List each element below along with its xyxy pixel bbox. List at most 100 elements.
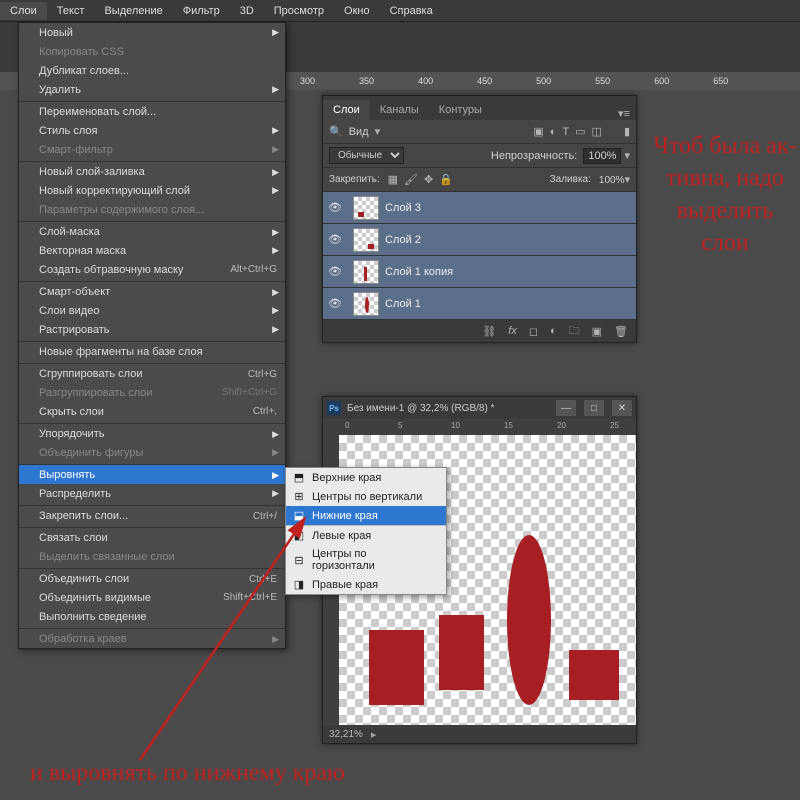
menu-item[interactable]: Стиль слоя▶ [19, 121, 285, 140]
menu-item[interactable]: Удалить▶ [19, 80, 285, 99]
close-button[interactable]: ✕ [612, 400, 632, 416]
maximize-button[interactable]: □ [584, 400, 604, 416]
menu-item[interactable]: Новый слой-заливка▶ [19, 161, 285, 181]
layer-thumbnail[interactable] [353, 292, 379, 316]
submenu-item[interactable]: ⬓Нижние края [286, 506, 446, 525]
minimize-button[interactable]: — [556, 400, 576, 416]
filter-shape-icon[interactable]: ▭ [575, 125, 585, 138]
menu-item[interactable]: Слои видео▶ [19, 301, 285, 320]
menu-item[interactable]: Новый корректирующий слой▶ [19, 181, 285, 200]
new-layer-icon[interactable]: ▣ [592, 325, 602, 338]
menu-window[interactable]: Окно [334, 2, 380, 20]
tab-paths[interactable]: Контуры [429, 100, 492, 120]
menu-item[interactable]: Сгруппировать слоиCtrl+G [19, 363, 285, 383]
lock-pixels-icon[interactable]: 🖌 [404, 173, 418, 186]
menu-3d[interactable]: 3D [230, 2, 264, 20]
shortcut-label: Alt+Ctrl+G [230, 264, 277, 275]
menu-item[interactable]: Смарт-объект▶ [19, 281, 285, 301]
layer-thumbnail[interactable] [353, 228, 379, 252]
layer-row[interactable]: 👁 Слой 3 [323, 192, 636, 224]
menu-item[interactable]: Объединить слоиCtrl+E [19, 568, 285, 588]
menu-help[interactable]: Справка [380, 2, 443, 20]
menu-select[interactable]: Выделение [94, 2, 172, 20]
submenu-item[interactable]: ⊞Центры по вертикали [286, 487, 446, 506]
menu-item[interactable]: Переименовать слой... [19, 101, 285, 121]
submenu-arrow-icon: ▶ [272, 27, 279, 38]
submenu-arrow-icon: ▶ [272, 634, 279, 645]
chevron-down-icon[interactable]: ▾ [624, 174, 630, 186]
layer-name[interactable]: Слой 2 [385, 234, 636, 246]
delete-layer-icon[interactable]: 🗑 [614, 325, 628, 338]
shape-ellipse[interactable] [507, 535, 551, 705]
layer-style-icon[interactable]: fx [508, 325, 517, 337]
menu-text[interactable]: Текст [47, 2, 95, 20]
filter-adjust-icon[interactable]: ◐ [550, 126, 557, 138]
menu-filter[interactable]: Фильтр [173, 2, 230, 20]
tab-layers[interactable]: Слои [323, 100, 370, 120]
filter-image-icon[interactable]: ▣ [533, 125, 543, 138]
chevron-down-icon[interactable]: ▾ [624, 149, 630, 162]
shape-rect-3[interactable] [569, 650, 619, 700]
submenu-arrow-icon: ▶ [272, 245, 279, 256]
visibility-eye-icon[interactable]: 👁 [323, 297, 347, 310]
menu-item[interactable]: Новые фрагменты на базе слоя [19, 341, 285, 361]
search-icon[interactable]: 🔍 [329, 125, 343, 138]
visibility-eye-icon[interactable]: 👁 [323, 233, 347, 246]
menu-item[interactable]: Слой-маска▶ [19, 221, 285, 241]
shape-rect-1[interactable] [369, 630, 424, 705]
submenu-arrow-icon: ▶ [272, 84, 279, 95]
layer-row[interactable]: 👁 Слой 1 [323, 288, 636, 320]
menu-item[interactable]: Связать слои [19, 527, 285, 547]
link-layers-icon[interactable]: ⛓ [482, 325, 496, 338]
layer-name[interactable]: Слой 1 копия [385, 266, 636, 278]
submenu-item[interactable]: ⊟Центры по горизонтали [286, 545, 446, 575]
menu-item[interactable]: Векторная маска▶ [19, 241, 285, 260]
layer-thumbnail[interactable] [353, 260, 379, 284]
layers-list: 👁 Слой 3 👁 Слой 2 👁 Слой 1 копия 👁 Слой 1 [323, 192, 636, 320]
lock-transparent-icon[interactable]: ▦ [388, 173, 398, 186]
layer-row[interactable]: 👁 Слой 1 копия [323, 256, 636, 288]
menu-item[interactable]: Дубликат слоев... [19, 61, 285, 80]
blend-mode-select[interactable]: Обычные [329, 147, 404, 164]
filter-toggle-icon[interactable]: ▮ [624, 125, 630, 138]
adjustment-layer-icon[interactable]: ◐ [550, 325, 557, 337]
panel-menu-icon[interactable]: ▾≡ [612, 107, 636, 120]
visibility-eye-icon[interactable]: 👁 [323, 265, 347, 278]
chevron-right-icon[interactable]: ▸ [371, 728, 377, 741]
menu-item[interactable]: Выполнить сведение [19, 607, 285, 626]
chevron-down-icon[interactable]: ▾ [375, 125, 381, 138]
menu-item[interactable]: Выровнять▶ [19, 464, 285, 484]
tab-channels[interactable]: Каналы [370, 100, 429, 120]
group-icon[interactable]: 🗀 [569, 322, 580, 341]
menu-layers[interactable]: Слои [0, 2, 47, 20]
submenu-item[interactable]: ⬒Верхние края [286, 468, 446, 487]
lock-position-icon[interactable]: ✥ [424, 173, 433, 186]
menu-item[interactable]: Скрыть слоиCtrl+, [19, 402, 285, 421]
menu-item[interactable]: Растрировать▶ [19, 320, 285, 339]
menu-item[interactable]: Распределить▶ [19, 484, 285, 503]
visibility-eye-icon[interactable]: 👁 [323, 201, 347, 214]
opacity-value[interactable]: 100% [583, 148, 621, 164]
menu-view[interactable]: Просмотр [264, 2, 334, 20]
menu-item[interactable]: Объединить видимыеShift+Ctrl+E [19, 588, 285, 607]
filter-smart-icon[interactable]: ◫ [592, 125, 602, 138]
layer-thumbnail[interactable] [353, 196, 379, 220]
menu-item[interactable]: Создать обтравочную маскуAlt+Ctrl+G [19, 260, 285, 279]
lock-all-icon[interactable]: 🔒 [439, 173, 453, 186]
layer-name[interactable]: Слой 3 [385, 202, 636, 214]
menu-item[interactable]: Упорядочить▶ [19, 423, 285, 443]
submenu-item[interactable]: ◨Правые края [286, 575, 446, 594]
layer-mask-icon[interactable]: ◻ [529, 325, 538, 338]
menu-item[interactable]: Новый▶ [19, 23, 285, 42]
ruler-tick: 550 [595, 76, 610, 86]
zoom-level[interactable]: 32,21% [329, 729, 363, 740]
fill-value[interactable]: 100% [599, 175, 625, 186]
filter-text-icon[interactable]: T [562, 126, 569, 138]
layer-name[interactable]: Слой 1 [385, 298, 636, 310]
shape-rect-2[interactable] [439, 615, 484, 690]
submenu-item[interactable]: ◧Левые края [286, 525, 446, 545]
menu-item[interactable]: Закрепить слои...Ctrl+/ [19, 505, 285, 525]
ruler-tick: 400 [418, 76, 433, 86]
align-icon: ⬓ [292, 509, 306, 522]
layer-row[interactable]: 👁 Слой 2 [323, 224, 636, 256]
